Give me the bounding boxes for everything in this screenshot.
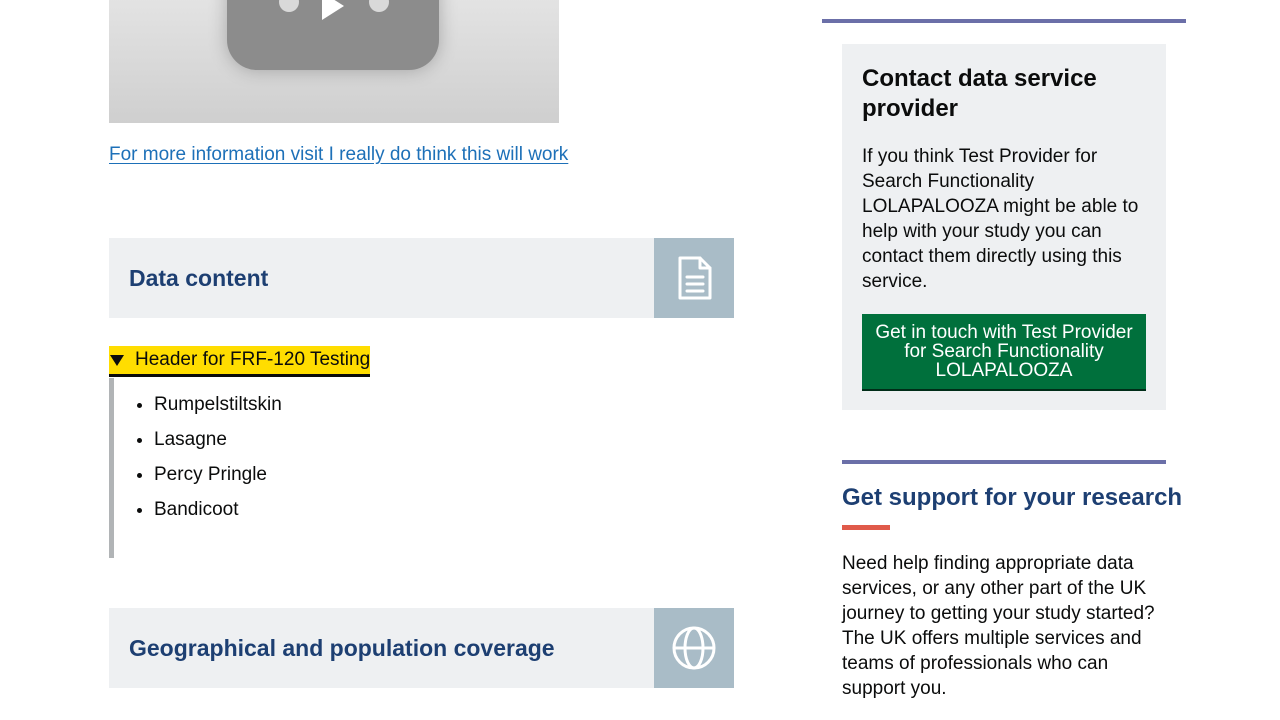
globe-icon	[654, 608, 734, 688]
support-title: Get support for your research	[842, 484, 1183, 511]
divider	[822, 19, 1186, 23]
video-player[interactable]	[109, 0, 559, 123]
list-item: Lasagne	[154, 422, 514, 457]
details-summary-label: Header for FRF-120 Testing	[135, 349, 371, 370]
contact-panel: Contact data service provider If you thi…	[842, 44, 1166, 410]
get-in-touch-button[interactable]: Get in touch with Test Provider for Sear…	[862, 314, 1146, 389]
details-list: Rumpelstiltskin Lasagne Percy Pringle Ba…	[114, 378, 514, 527]
more-info-link[interactable]: For more information visit I really do t…	[109, 144, 568, 166]
list-item: Bandicoot	[154, 492, 514, 527]
contact-title: Contact data service provider	[862, 65, 1097, 122]
support-body: Need help finding appropriate data servi…	[842, 553, 1155, 699]
video-play-button[interactable]	[227, 0, 439, 70]
play-icon	[322, 0, 344, 20]
decor-dot	[369, 0, 389, 12]
triangle-down-icon	[110, 354, 124, 366]
section-title: Geographical and population coverage	[129, 634, 555, 661]
section-data-content: Data content	[109, 238, 734, 318]
details-body: Rumpelstiltskin Lasagne Percy Pringle Ba…	[109, 378, 514, 558]
document-icon	[654, 238, 734, 318]
section-geo-coverage: Geographical and population coverage	[109, 608, 734, 688]
decor-dot	[279, 0, 299, 12]
details-summary[interactable]: Header for FRF-120 Testing	[109, 346, 371, 377]
contact-body: If you think Test Provider for Search Fu…	[862, 146, 1139, 292]
list-item: Percy Pringle	[154, 457, 514, 492]
divider	[842, 460, 1166, 464]
list-item: Rumpelstiltskin	[154, 387, 514, 422]
accent-bar	[842, 525, 890, 530]
section-title: Data content	[129, 264, 269, 291]
